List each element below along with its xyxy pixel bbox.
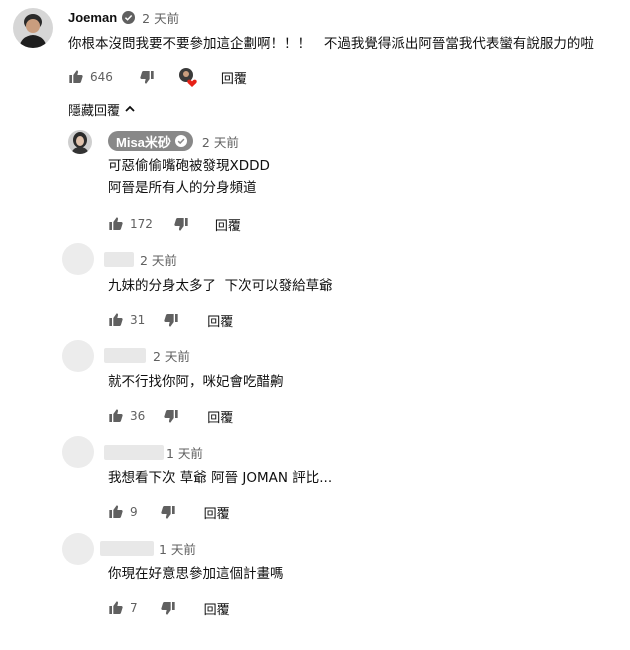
reply-text: 你現在好意思參加這個計畫嗎	[108, 566, 284, 582]
thumbs-down-icon[interactable]	[163, 408, 179, 424]
joeman-avatar[interactable]	[13, 8, 53, 48]
reply-avatar[interactable]	[68, 130, 92, 154]
reply-time[interactable]: 1 天前	[159, 539, 196, 558]
thumbs-up-icon[interactable]	[108, 408, 124, 424]
comment-header: Joeman 2 天前	[68, 8, 179, 26]
like-count: 646	[90, 70, 113, 84]
like-count: 172	[130, 217, 153, 231]
reply-actions: 172 回覆	[108, 214, 241, 234]
thumbs-up-icon[interactable]	[108, 216, 124, 232]
thumbs-down-icon[interactable]	[173, 216, 189, 232]
hide-replies-toggle[interactable]: 隱藏回覆	[68, 100, 136, 119]
like-count: 7	[130, 601, 138, 615]
thumbs-down-icon[interactable]	[160, 600, 176, 616]
reply-button[interactable]: 回覆	[215, 215, 241, 234]
comment-time[interactable]: 2 天前	[142, 8, 179, 27]
chevron-up-icon	[124, 103, 136, 115]
like-count: 36	[130, 409, 146, 423]
reply-button[interactable]: 回覆	[207, 311, 233, 330]
reply-avatar[interactable]	[62, 436, 94, 468]
reply-author[interactable]	[104, 347, 146, 363]
reply-text: 九妹的分身太多了 下次可以發給草爺	[108, 278, 333, 294]
thumbs-up-icon[interactable]	[108, 600, 124, 616]
thumbs-down-icon[interactable]	[139, 69, 155, 85]
thumbs-down-icon[interactable]	[160, 504, 176, 520]
reply-time[interactable]: 2 天前	[153, 346, 190, 365]
reply-text: 就不行找你阿，咪妃會吃醋齁	[108, 374, 284, 390]
reply-avatar[interactable]	[62, 340, 94, 372]
reply-button[interactable]: 回覆	[221, 68, 247, 87]
reply-author[interactable]	[100, 540, 154, 556]
reply-header: 1 天前	[104, 443, 203, 461]
reply-header: 2 天前	[104, 346, 190, 364]
reply-actions: 7 回覆	[108, 598, 230, 618]
reply-button[interactable]: 回覆	[207, 407, 233, 426]
reply-button[interactable]: 回覆	[204, 503, 230, 522]
reply-actions: 31 回覆	[108, 310, 233, 330]
reply-time[interactable]: 1 天前	[166, 443, 203, 462]
verified-check-icon	[174, 135, 187, 147]
reply-author[interactable]	[104, 444, 164, 460]
reply-text: 可惡偷偷嘴砲被發現XDDD 阿晉是所有人的分身頻道	[108, 158, 270, 196]
channel-owner-badge[interactable]: Misa米砂	[108, 131, 193, 151]
reply-button[interactable]: 回覆	[204, 599, 230, 618]
reply-avatar[interactable]	[62, 243, 94, 275]
comment-author[interactable]: Joeman	[68, 10, 117, 25]
comment-text: 你根本沒問我要不要參加這企劃啊！！！ 不過我覺得派出阿晉當我代表蠻有說服力的啦	[68, 36, 594, 52]
reply-time[interactable]: 2 天前	[202, 132, 239, 151]
reply-avatar[interactable]	[62, 533, 94, 565]
reply-time[interactable]: 2 天前	[140, 250, 177, 269]
creator-heart-icon	[178, 67, 198, 87]
thumbs-up-icon[interactable]	[108, 312, 124, 328]
reply-author[interactable]	[104, 251, 134, 267]
reply-author: Misa米砂	[116, 134, 171, 150]
like-count: 9	[130, 505, 138, 519]
reply-actions: 36 回覆	[108, 406, 233, 426]
reply-header: Misa米砂 2 天前	[108, 131, 239, 151]
hide-replies-label: 隱藏回覆	[68, 103, 121, 119]
reply-text: 我想看下次 草爺 阿晉 JOMAN 評比...	[108, 470, 333, 486]
reply-actions: 9 回覆	[108, 502, 230, 522]
thumbs-down-icon[interactable]	[163, 312, 179, 328]
comment-actions: 646 回覆	[68, 67, 247, 87]
like-count: 31	[130, 313, 146, 327]
thumbs-up-icon[interactable]	[108, 504, 124, 520]
verified-check-icon	[122, 10, 136, 24]
reply-header: 2 天前	[104, 250, 177, 268]
thumbs-up-icon[interactable]	[68, 69, 84, 85]
reply-header: 1 天前	[100, 539, 196, 557]
